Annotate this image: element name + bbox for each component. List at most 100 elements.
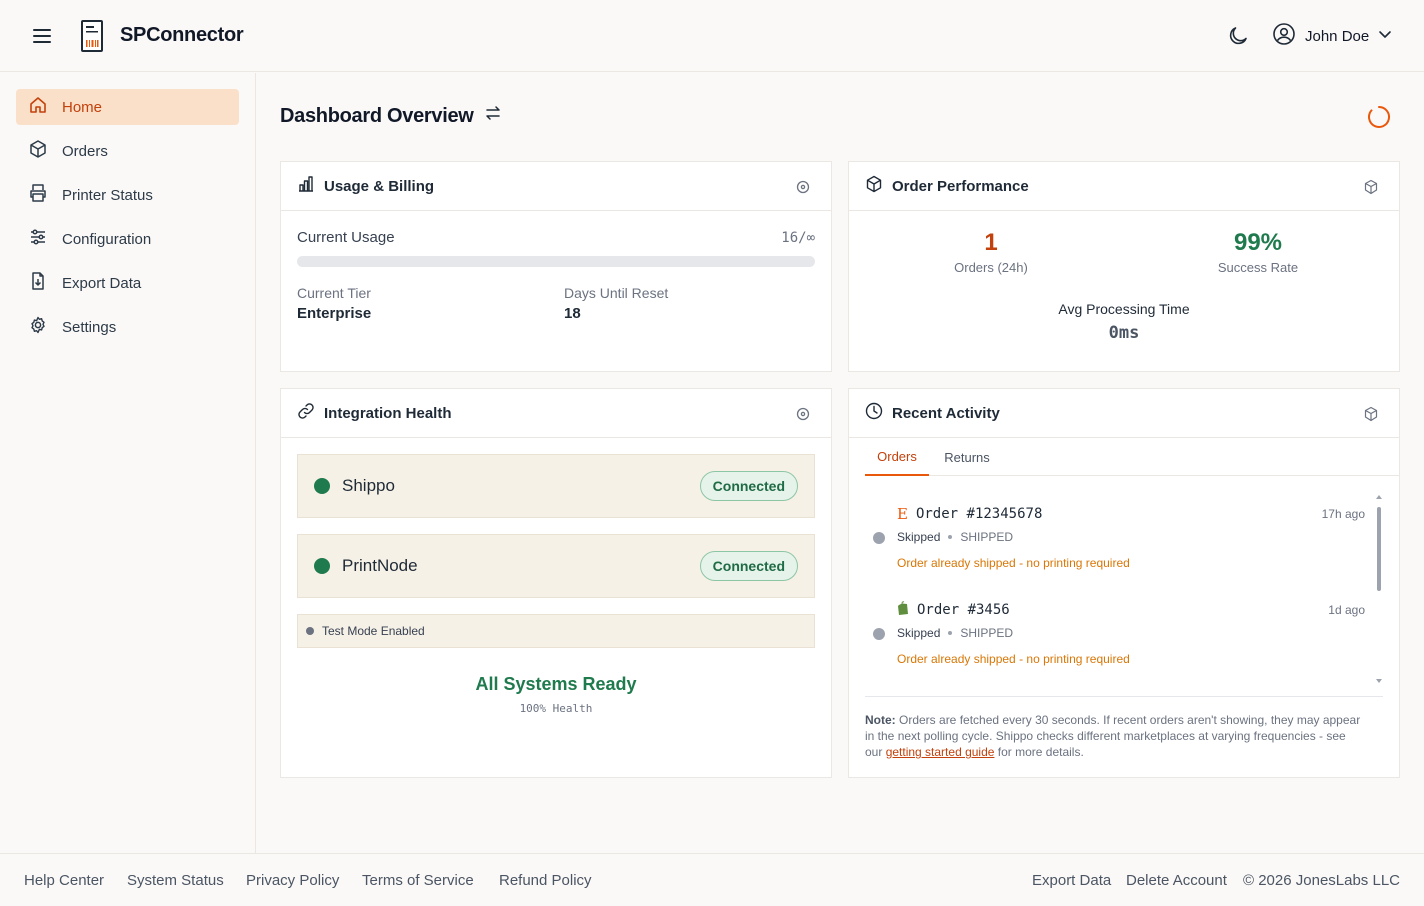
page-title-text: Dashboard Overview	[280, 104, 474, 127]
card-header: Order Performance	[849, 162, 1399, 211]
card-title: Order Performance	[892, 177, 1029, 195]
card-title: Recent Activity	[892, 404, 1000, 422]
menu-icon[interactable]	[30, 24, 54, 48]
scroll-up-icon[interactable]	[1375, 493, 1383, 501]
activity-title: E Order #12345678	[897, 505, 1042, 523]
footer-link-export-data[interactable]: Export Data	[1032, 872, 1111, 889]
user-menu[interactable]: John Doe	[1272, 22, 1392, 50]
status-dot	[873, 532, 885, 544]
chevron-down-icon	[1378, 27, 1392, 46]
sidebar-item-export-data[interactable]: Export Data	[16, 265, 239, 301]
link-icon	[297, 402, 315, 425]
footer-link-privacy-policy[interactable]: Privacy Policy	[246, 872, 339, 889]
sidebar-item-label: Printer Status	[62, 186, 153, 204]
sidebar-item-printer-status[interactable]: Printer Status	[16, 177, 239, 213]
separator-dot	[948, 631, 953, 635]
settings-small-icon[interactable]	[795, 406, 811, 422]
activity-title: Order #3456	[897, 601, 1010, 618]
card-header: Integration Health	[281, 389, 831, 438]
status-text: Skipped	[897, 530, 941, 544]
activity-time: 1d ago	[1328, 603, 1365, 617]
loading-spinner-icon[interactable]	[1367, 105, 1391, 129]
orders-24h-label: Orders (24h)	[954, 260, 1028, 275]
scroll-down-icon[interactable]	[1375, 677, 1383, 685]
user-circle-icon	[1272, 22, 1296, 51]
sidebar-item-label: Home	[62, 98, 103, 116]
integration-row-shippo: Shippo Connected	[297, 454, 815, 518]
success-rate-value: 99%	[1233, 229, 1283, 256]
days-until-reset-label: Days Until Reset	[564, 285, 669, 301]
sidebar-item-configuration[interactable]: Configuration	[16, 221, 239, 257]
integration-name: PrintNode	[342, 556, 418, 575]
activity-message: Order already shipped - no printing requ…	[897, 556, 1130, 570]
home-icon	[28, 95, 48, 119]
box-icon	[28, 139, 48, 163]
status-text: Skipped	[897, 626, 941, 640]
status-badge: Connected	[699, 471, 798, 501]
integration-row-printnode: PrintNode Connected	[297, 534, 815, 598]
current-tier-label: Current Tier	[297, 285, 371, 301]
test-mode-text: Test Mode Enabled	[322, 624, 425, 638]
user-name: John Doe	[1305, 27, 1370, 45]
logo-icon[interactable]	[80, 20, 104, 52]
divider	[865, 696, 1383, 697]
systems-ready-text: All Systems Ready	[475, 674, 637, 694]
getting-started-link[interactable]: getting started guide	[886, 745, 995, 759]
settings-small-icon[interactable]	[795, 179, 811, 195]
card-header: Usage & Billing	[281, 162, 831, 211]
shopify-icon	[897, 601, 909, 618]
status-dot	[873, 628, 885, 640]
printer-icon	[28, 183, 48, 207]
footer-link-delete-account[interactable]: Delete Account	[1126, 872, 1227, 889]
activity-item[interactable]: E Order #12345678 17h ago Skipped SHIPPE…	[865, 501, 1365, 591]
recent-activity-card: Recent Activity Orders Returns E Order #…	[848, 388, 1400, 778]
card-header: Recent Activity	[849, 389, 1399, 438]
activity-status: Skipped SHIPPED	[897, 530, 1013, 544]
sidebar-item-orders[interactable]: Orders	[16, 133, 239, 169]
footer-link-help-center[interactable]: Help Center	[24, 872, 104, 889]
shipment-state: SHIPPED	[960, 626, 1014, 640]
box-icon	[865, 175, 883, 198]
separator-dot	[948, 535, 953, 539]
copyright: © 2026 JonesLabs LLC	[1243, 872, 1400, 889]
avg-processing-label: Avg Processing Time	[1058, 301, 1190, 317]
status-dot	[306, 627, 314, 635]
brand-name[interactable]: SPConnector	[120, 24, 244, 47]
cube-small-icon[interactable]	[1363, 179, 1379, 195]
sidebar-item-settings[interactable]: Settings	[16, 309, 239, 345]
usage-billing-card: Usage & Billing Current Usage 16/∞ Curre…	[280, 161, 832, 372]
tab-returns[interactable]: Returns	[933, 439, 1001, 476]
tab-orders[interactable]: Orders	[865, 439, 929, 476]
sidebar-item-label: Settings	[62, 318, 117, 336]
top-header: SPConnector John Doe	[0, 0, 1424, 72]
cube-small-icon[interactable]	[1363, 406, 1379, 422]
success-rate-label: Success Rate	[1217, 260, 1299, 275]
usage-progress-bar	[297, 256, 815, 267]
integration-health-card: Integration Health Shippo Connected Prin…	[280, 388, 832, 778]
note-text-end: for more details.	[994, 745, 1084, 759]
swap-icon[interactable]	[484, 104, 502, 128]
sidebar-item-home[interactable]: Home	[16, 89, 239, 125]
footer-link-terms-of-service[interactable]: Terms of Service	[362, 872, 474, 889]
order-number: Order #3456	[917, 601, 1010, 618]
card-title: Integration Health	[324, 404, 452, 422]
footer-link-refund-policy[interactable]: Refund Policy	[499, 872, 592, 889]
sliders-icon	[28, 227, 48, 251]
integration-name: Shippo	[342, 476, 395, 495]
test-mode-banner: Test Mode Enabled	[297, 614, 815, 648]
activity-scrollbar[interactable]	[1375, 493, 1383, 685]
note-label: Note:	[865, 713, 896, 727]
footer-link-system-status[interactable]: System Status	[127, 872, 224, 889]
card-title: Usage & Billing	[324, 177, 435, 195]
moon-icon[interactable]	[1226, 24, 1250, 48]
status-dot	[314, 478, 330, 494]
status-dot	[314, 558, 330, 574]
current-usage-value: 16/∞	[781, 230, 815, 246]
health-percent-text: 100% Health	[519, 702, 593, 715]
activity-item[interactable]: Order #3456 1d ago Skipped SHIPPED Order…	[865, 597, 1365, 687]
status-badge: Connected	[699, 551, 798, 581]
activity-status: Skipped SHIPPED	[897, 626, 1013, 640]
page-title: Dashboard Overview	[280, 104, 502, 128]
scroll-thumb[interactable]	[1377, 507, 1381, 591]
sidebar-item-label: Configuration	[62, 230, 152, 248]
